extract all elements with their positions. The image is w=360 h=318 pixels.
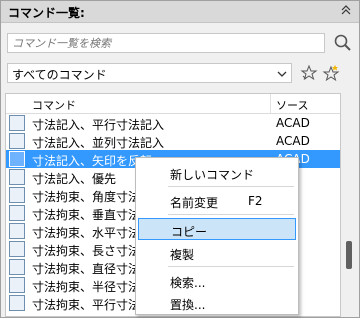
menu-item-search[interactable]: 検索... — [138, 270, 296, 292]
constraint-vertical-icon — [9, 205, 25, 221]
menu-separator — [168, 186, 294, 187]
search-row — [1, 31, 359, 55]
panel-titlebar: コマンド一覧: — [1, 1, 359, 23]
menu-separator — [168, 266, 294, 267]
list-scrollbar[interactable] — [342, 93, 356, 317]
constraint-angular-icon — [9, 187, 25, 203]
menu-separator — [168, 214, 294, 215]
constraint-horizontal-icon — [9, 223, 25, 239]
constraint-linear-icon — [9, 241, 25, 257]
column-header-command[interactable]: コマンド — [32, 97, 76, 113]
panel-title: コマンド一覧: — [8, 6, 85, 20]
chevron-down-icon — [277, 68, 287, 78]
command-list-panel: コマンド一覧: すべてのコマンド コマンド ソース — [0, 0, 360, 318]
list-header: コマンド ソース — [6, 94, 340, 114]
command-filter-select[interactable]: すべてのコマンド — [7, 63, 292, 83]
menu-item-duplicate[interactable]: 複製 — [138, 242, 296, 264]
dimension-flip-arrow-icon — [9, 151, 25, 167]
scrollbar-thumb[interactable] — [346, 241, 352, 269]
column-header-source[interactable]: ソース — [276, 97, 308, 113]
constraint-radius-icon — [9, 277, 25, 293]
new-command-star-icon[interactable] — [321, 63, 341, 83]
dimension-override-icon — [9, 169, 25, 185]
column-divider[interactable] — [270, 94, 271, 114]
constraint-aligned-icon — [9, 295, 25, 311]
double-chevron-up-icon[interactable] — [339, 4, 353, 18]
dimension-aligned-icon — [9, 115, 25, 131]
constraint-diameter-icon — [9, 259, 25, 275]
dimension-baseline-icon — [9, 133, 25, 149]
filter-row: すべてのコマンド — [1, 61, 359, 85]
filter-selected-value: すべてのコマンド — [12, 68, 107, 82]
search-icon[interactable] — [333, 33, 353, 53]
menu-item-new-command[interactable]: 新しいコマンド — [138, 162, 296, 184]
search-input[interactable] — [7, 33, 325, 53]
rename-shortcut: F2 — [248, 194, 263, 208]
list-item[interactable]: 寸法記入、並列寸法記入 ACAD — [6, 132, 340, 150]
menu-item-replace[interactable]: 置換... — [138, 292, 296, 314]
menu-item-copy[interactable]: コピー — [138, 218, 296, 240]
filter-star-icon[interactable] — [299, 63, 319, 83]
menu-item-rename[interactable]: 名前変更 F2 — [138, 190, 296, 212]
list-item[interactable]: 寸法記入、平行寸法記入 ACAD — [6, 114, 340, 132]
context-menu: 新しいコマンド 名前変更 F2 コピー 複製 検索... 置換... — [135, 157, 299, 315]
